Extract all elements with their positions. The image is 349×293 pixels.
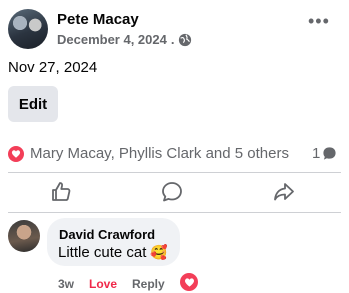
commenter-avatar[interactable] xyxy=(8,220,40,252)
comment-count-value: 1 xyxy=(312,145,321,162)
comment-love-button[interactable]: Love xyxy=(89,277,117,291)
share-icon[interactable] xyxy=(272,180,296,204)
comment-text: Little cute cat xyxy=(58,244,147,261)
divider xyxy=(8,212,341,213)
meta-separator: . xyxy=(170,32,175,47)
comment-author[interactable]: David Crawford xyxy=(59,227,155,242)
comment-reply-button[interactable]: Reply xyxy=(132,277,165,291)
comment-bubble-icon xyxy=(323,147,336,160)
comment-icon[interactable] xyxy=(160,180,184,204)
comment-time[interactable]: 3w xyxy=(58,277,74,291)
love-heart-icon xyxy=(8,145,24,162)
post-meta: December 4, 2024 . xyxy=(57,32,192,47)
comment-reaction-heart-icon[interactable] xyxy=(180,273,198,291)
comment-text-row: Little cute cat 🥰 xyxy=(58,244,168,261)
comment-count[interactable]: 1 xyxy=(312,145,337,162)
post-menu-button[interactable]: ••• xyxy=(308,12,330,30)
post-author-name[interactable]: Pete Macay xyxy=(57,11,139,28)
reactors-text: Mary Macay, Phyllis Clark and 5 others xyxy=(30,145,289,162)
post-date[interactable]: December 4, 2024 xyxy=(57,32,167,47)
thumbs-up-icon[interactable] xyxy=(49,180,73,204)
edit-button[interactable]: Edit xyxy=(8,86,58,122)
post-text: Nov 27, 2024 xyxy=(8,59,98,76)
author-avatar[interactable] xyxy=(8,9,48,49)
reactions-summary[interactable]: Mary Macay, Phyllis Clark and 5 others xyxy=(8,145,289,162)
divider xyxy=(8,172,341,173)
smiling-face-with-hearts-emoji: 🥰 xyxy=(150,244,168,260)
globe-icon[interactable] xyxy=(178,33,192,47)
